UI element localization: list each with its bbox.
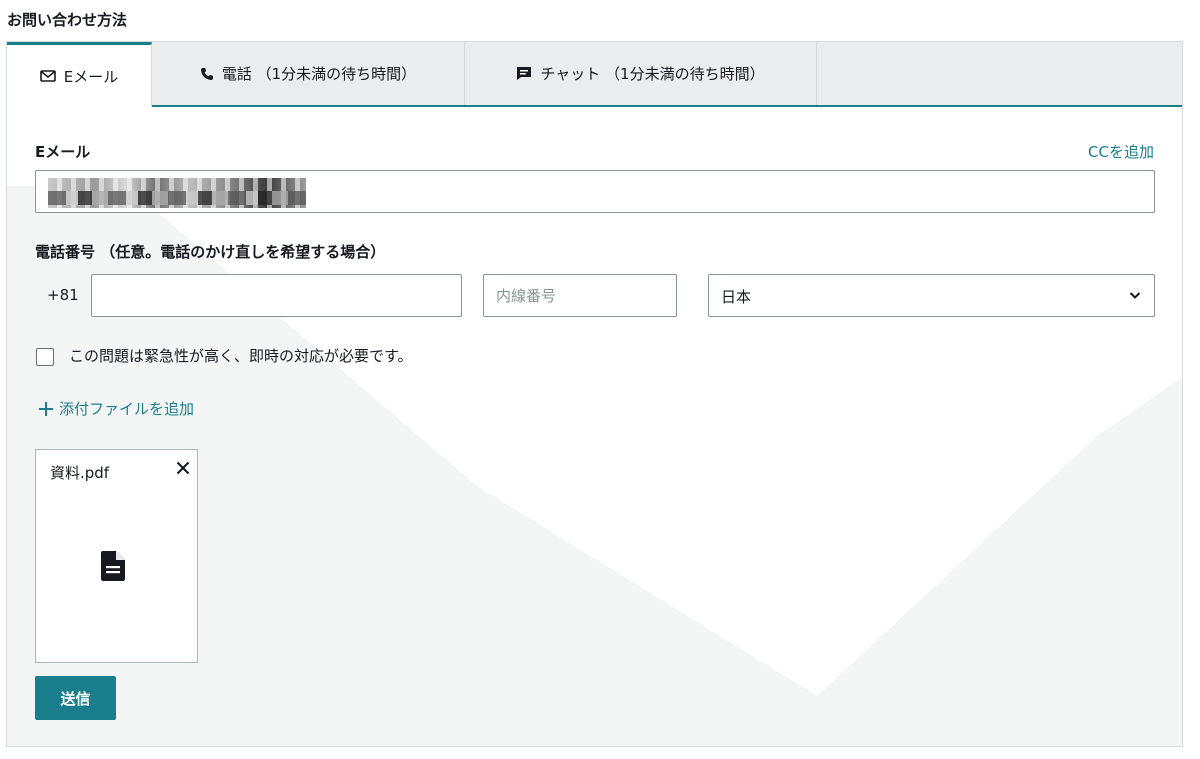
tab-phone[interactable]: 電話 （1分未満の待ち時間） bbox=[152, 42, 465, 105]
tab-chat[interactable]: チャット （1分未満の待ち時間） bbox=[465, 42, 817, 105]
attachment-name: 資料.pdf bbox=[50, 464, 110, 482]
tab-email[interactable]: Eメール bbox=[7, 42, 152, 107]
urgent-checkbox[interactable] bbox=[36, 348, 54, 366]
chat-icon bbox=[516, 66, 532, 81]
country-select-value: 日本 bbox=[721, 288, 752, 306]
email-input[interactable] bbox=[35, 170, 1155, 213]
plus-icon bbox=[39, 401, 53, 416]
contact-panel: Eメール 電話 （1分未満の待ち時間） チャット （1分未満の待ち時間） Eメー… bbox=[6, 41, 1183, 747]
tab-chat-label: チャット （1分未満の待ち時間） bbox=[540, 65, 765, 83]
section-title: お問い合わせ方法 bbox=[7, 11, 128, 29]
phone-number-input[interactable] bbox=[91, 274, 462, 317]
country-code: +81 bbox=[47, 286, 79, 304]
add-cc-link[interactable]: CCを追加 bbox=[1088, 141, 1154, 162]
mail-icon bbox=[39, 70, 56, 82]
tab-email-label: Eメール bbox=[63, 67, 119, 86]
contact-method-tabs: Eメール 電話 （1分未満の待ち時間） チャット （1分未満の待ち時間） bbox=[7, 42, 1182, 107]
file-icon bbox=[100, 550, 126, 586]
chevron-down-icon bbox=[1128, 287, 1142, 306]
country-select[interactable]: 日本 bbox=[708, 274, 1155, 317]
phone-icon bbox=[200, 67, 214, 81]
attachment-card: 資料.pdf bbox=[35, 449, 198, 663]
close-icon[interactable] bbox=[175, 460, 191, 480]
submit-button[interactable]: 送信 bbox=[35, 676, 116, 720]
email-label: Eメール bbox=[35, 143, 91, 161]
redacted-email-detail bbox=[48, 191, 306, 205]
extension-input[interactable] bbox=[483, 274, 677, 317]
add-attachment-label: 添付ファイルを追加 bbox=[59, 400, 195, 418]
phone-label: 電話番号 （任意。電話のかけ直しを希望する場合） bbox=[35, 243, 386, 261]
urgent-label: この問題は緊急性が高く、即時の対応が必要です。 bbox=[69, 347, 413, 365]
tab-phone-label: 電話 （1分未満の待ち時間） bbox=[221, 65, 417, 83]
add-attachment-link[interactable]: 添付ファイルを追加 bbox=[39, 398, 194, 419]
